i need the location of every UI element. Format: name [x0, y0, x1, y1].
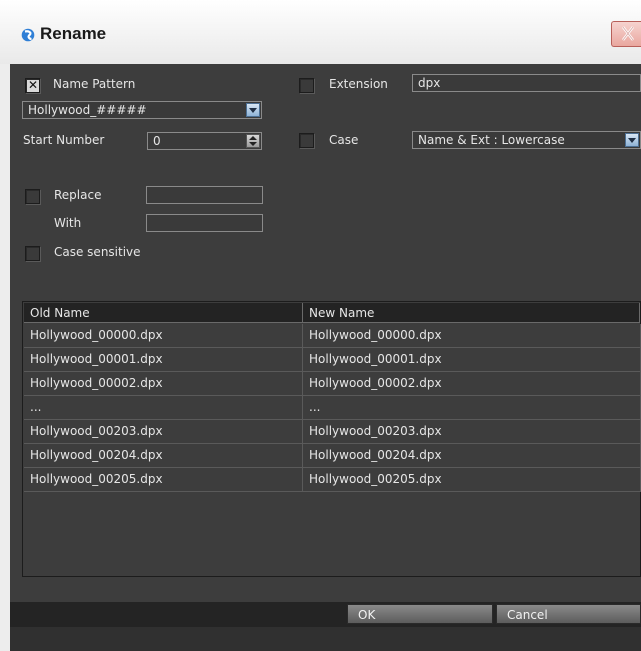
old-name-cell: Hollywood_00205.dpx — [24, 468, 303, 492]
table-row[interactable]: Hollywood_00000.dpx Hollywood_00000.dpx — [24, 324, 641, 348]
extension-label: Extension — [329, 77, 388, 91]
table-row[interactable]: Hollywood_00205.dpx Hollywood_00205.dpx — [24, 468, 641, 492]
case-sensitive-checkbox[interactable] — [25, 246, 40, 261]
old-name-cell: Hollywood_00000.dpx — [24, 324, 303, 348]
table-row[interactable]: Hollywood_00204.dpx Hollywood_00204.dpx — [24, 444, 641, 468]
new-name-cell: Hollywood_00000.dpx — [303, 324, 641, 348]
case-value: Name & Ext : Lowercase — [418, 133, 565, 147]
new-name-cell: ... — [303, 396, 641, 420]
name-pattern-label: Name Pattern — [53, 77, 136, 91]
new-name-cell: Hollywood_00204.dpx — [303, 444, 641, 468]
cancel-button[interactable]: Cancel — [496, 604, 641, 624]
with-label: With — [54, 216, 82, 230]
start-number-label: Start Number — [23, 133, 105, 147]
replace-label: Replace — [54, 188, 102, 202]
case-sensitive-label: Case sensitive — [54, 245, 141, 259]
ok-button[interactable]: OK — [347, 604, 493, 624]
table-row[interactable]: Hollywood_00001.dpx Hollywood_00001.dpx — [24, 348, 641, 372]
close-button[interactable] — [611, 21, 641, 47]
replace-input[interactable] — [146, 186, 263, 204]
dialog-body: ✕ Name Pattern Hollywood_##### Start Num… — [10, 64, 641, 651]
chevron-down-icon[interactable] — [625, 133, 639, 147]
column-header-old-name[interactable]: Old Name — [24, 303, 303, 323]
rename-preview-table[interactable]: Old Name New Name Hollywood_00000.dpx Ho… — [22, 301, 641, 577]
name-pattern-value: Hollywood_##### — [28, 103, 147, 117]
spinner-arrows-icon[interactable] — [246, 134, 260, 148]
new-name-cell: Hollywood_00205.dpx — [303, 468, 641, 492]
name-pattern-checkbox[interactable]: ✕ — [25, 78, 40, 93]
new-name-cell: Hollywood_00001.dpx — [303, 348, 641, 372]
window-title: Rename — [40, 24, 107, 43]
old-name-cell: Hollywood_00001.dpx — [24, 348, 303, 372]
new-name-cell: Hollywood_00002.dpx — [303, 372, 641, 396]
table-row[interactable]: ... ... — [24, 396, 641, 420]
with-input[interactable] — [146, 214, 263, 232]
old-name-cell: Hollywood_00203.dpx — [24, 420, 303, 444]
case-label: Case — [329, 133, 359, 147]
rename-dialog: Rename ✕ Name Pattern Hollywood_##### St… — [0, 0, 641, 651]
extension-value: dpx — [418, 76, 441, 90]
column-header-new-name[interactable]: New Name — [303, 303, 640, 323]
chevron-down-icon[interactable] — [246, 103, 260, 117]
extension-checkbox[interactable] — [299, 78, 314, 93]
extension-field[interactable]: dpx — [412, 74, 641, 92]
name-pattern-dropdown[interactable]: Hollywood_##### — [22, 101, 262, 119]
app-logo-icon — [21, 28, 35, 42]
start-number-stepper[interactable]: 0 — [147, 132, 262, 150]
table-row[interactable]: Hollywood_00203.dpx Hollywood_00203.dpx — [24, 420, 641, 444]
case-checkbox[interactable] — [299, 133, 314, 148]
old-name-cell: Hollywood_00002.dpx — [24, 372, 303, 396]
case-dropdown[interactable]: Name & Ext : Lowercase — [412, 131, 641, 149]
status-strip — [10, 627, 641, 651]
old-name-cell: ... — [24, 396, 303, 420]
old-name-cell: Hollywood_00204.dpx — [24, 444, 303, 468]
close-icon — [621, 26, 635, 41]
table-row[interactable]: Hollywood_00002.dpx Hollywood_00002.dpx — [24, 372, 641, 396]
title-bar[interactable]: Rename — [0, 0, 641, 64]
check-mark-icon: ✕ — [28, 78, 39, 92]
start-number-value: 0 — [153, 134, 161, 148]
replace-checkbox[interactable] — [25, 189, 40, 204]
new-name-cell: Hollywood_00203.dpx — [303, 420, 641, 444]
